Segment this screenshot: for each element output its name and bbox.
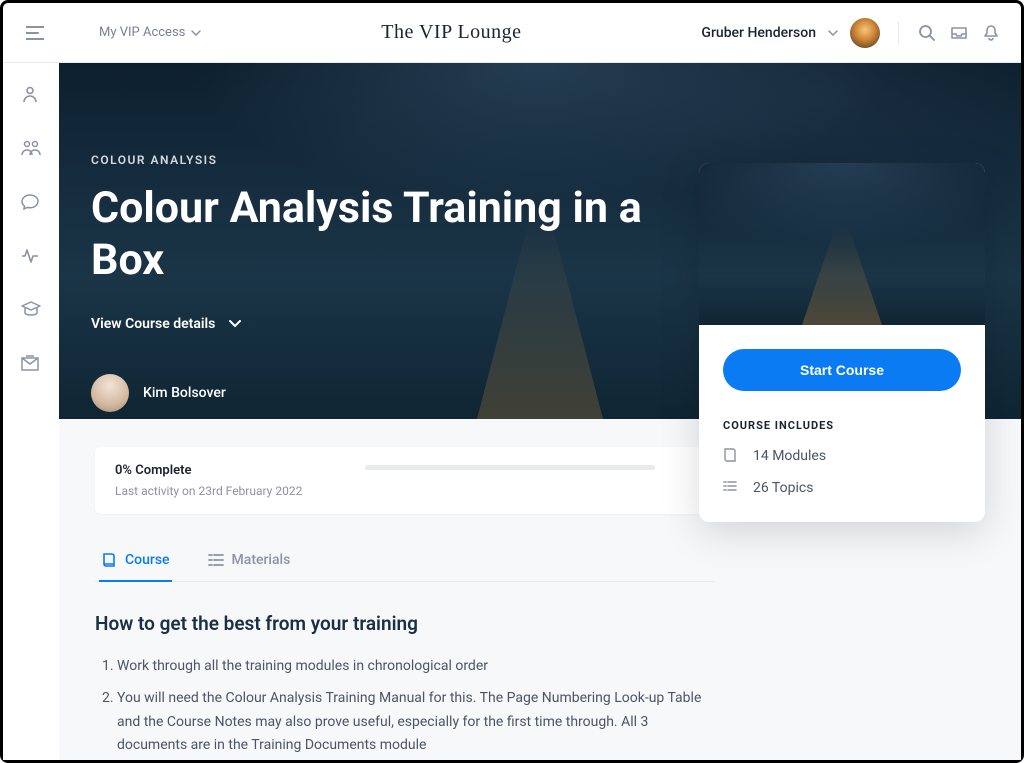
- chevron-down-icon: [191, 30, 201, 36]
- divider: [898, 21, 899, 45]
- content-tabs: Course Materials: [95, 540, 715, 582]
- menu-toggle[interactable]: [17, 26, 53, 40]
- rail-messages[interactable]: [21, 355, 41, 375]
- tab-materials[interactable]: Materials: [206, 540, 293, 582]
- steps-list: Work through all the training modules in…: [95, 655, 715, 760]
- rail-profile[interactable]: [21, 85, 41, 105]
- includes-heading: COURSE INCLUDES: [723, 419, 961, 432]
- user-icon: [21, 85, 39, 103]
- tab-course-label: Course: [125, 552, 170, 568]
- start-course-button[interactable]: Start Course: [723, 349, 961, 391]
- user-area: Gruber Henderson: [701, 18, 1001, 48]
- instructor-avatar: [91, 374, 129, 412]
- list-item: Work through all the training modules in…: [117, 655, 715, 679]
- tab-materials-label: Materials: [232, 552, 291, 568]
- instructor-name: Kim Bolsover: [143, 385, 226, 401]
- rail-community[interactable]: [21, 139, 41, 159]
- hamburger-icon: [26, 26, 44, 40]
- rail-activity[interactable]: [21, 247, 41, 267]
- avatar[interactable]: [850, 18, 880, 48]
- chat-icon: [21, 193, 39, 211]
- graduation-icon: [21, 301, 41, 317]
- progress-meta: Last activity on 23rd February 2022: [115, 484, 695, 498]
- group-icon: [21, 139, 41, 157]
- progress-bar: [365, 465, 655, 470]
- includes-modules: 14 Modules: [723, 448, 961, 464]
- rail-courses[interactable]: [21, 301, 41, 321]
- search-button[interactable]: [917, 23, 937, 43]
- content-heading: How to get the best from your training: [95, 612, 715, 635]
- rail-chat[interactable]: [21, 193, 41, 213]
- topics-count: 26 Topics: [753, 480, 813, 496]
- chevron-down-icon[interactable]: [828, 30, 838, 36]
- list-item: You will need the Colour Analysis Traini…: [117, 687, 715, 758]
- progress-card: 0% Complete Last activity on 23rd Februa…: [95, 447, 715, 514]
- top-header: My VIP Access The VIP Lounge Gruber Hend…: [3, 3, 1021, 63]
- notifications-button[interactable]: [981, 23, 1001, 43]
- inbox-button[interactable]: [949, 23, 969, 43]
- chevron-down-icon: [229, 320, 241, 328]
- vip-access-dropdown[interactable]: My VIP Access: [99, 25, 201, 40]
- username-label: Gruber Henderson: [701, 25, 816, 41]
- nav-dropdown-label: My VIP Access: [99, 25, 185, 40]
- tab-course[interactable]: Course: [99, 540, 172, 582]
- course-side-card: Start Course COURSE INCLUDES 14 Modules …: [699, 163, 985, 522]
- mail-icon: [21, 355, 39, 371]
- bell-icon: [982, 24, 1000, 42]
- course-title: Colour Analysis Training in a Box: [91, 183, 691, 286]
- course-thumbnail: [699, 163, 985, 325]
- main-area: COLOUR ANALYSIS Colour Analysis Training…: [59, 63, 1021, 760]
- book-icon: [723, 448, 739, 464]
- list-icon: [208, 553, 224, 567]
- thumbnail-pier: [742, 225, 942, 325]
- view-details-label: View Course details: [91, 316, 215, 332]
- search-icon: [918, 24, 936, 42]
- site-title: The VIP Lounge: [201, 21, 701, 44]
- book-icon: [101, 552, 117, 568]
- inbox-icon: [950, 24, 968, 42]
- includes-topics: 26 Topics: [723, 480, 961, 496]
- modules-count: 14 Modules: [753, 448, 826, 464]
- list-icon: [723, 480, 739, 496]
- activity-icon: [21, 247, 39, 265]
- left-rail: [3, 63, 59, 760]
